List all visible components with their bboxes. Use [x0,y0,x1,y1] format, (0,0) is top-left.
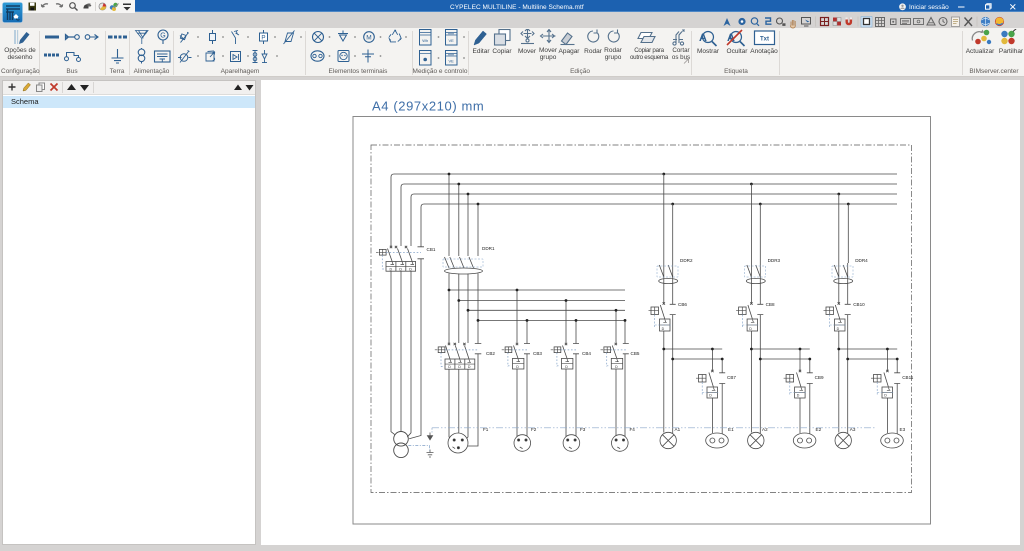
svg-text:VE: VE [449,59,455,64]
svg-text:Wh: Wh [422,38,428,43]
svg-text:E3: E3 [900,427,906,432]
svg-text:F4: F4 [630,427,636,432]
svg-text:CB8: CB8 [766,302,775,307]
svg-text:CB1: CB1 [427,247,436,252]
svg-text:D: D [409,267,412,271]
svg-text:A2: A2 [762,427,768,432]
svg-text:CB7: CB7 [727,375,736,380]
svg-text:CB10: CB10 [853,302,865,307]
svg-text:A1: A1 [675,427,681,432]
svg-text:CB4: CB4 [582,351,591,356]
svg-text:A4 (297x210) mm: A4 (297x210) mm [372,99,484,114]
svg-text:P: P [261,34,265,41]
svg-text:DDR1: DDR1 [482,246,495,251]
svg-text:DDR3: DDR3 [768,258,781,263]
svg-text:CB3: CB3 [533,351,542,356]
svg-text:F1: F1 [483,427,489,432]
svg-text:CB9: CB9 [815,375,824,380]
svg-text:VE: VE [449,38,455,43]
svg-text:Txt: Txt [760,36,769,42]
svg-text:F3: F3 [580,427,586,432]
svg-text:D: D [468,365,471,369]
svg-text:D: D [516,365,519,369]
svg-text:DDR4: DDR4 [855,258,868,263]
svg-text:CB11: CB11 [902,375,914,380]
svg-text:D: D [709,394,712,398]
svg-text:CB5: CB5 [631,351,640,356]
svg-text:D: D [662,327,665,331]
svg-text:DDR2: DDR2 [680,258,693,263]
svg-text:M: M [366,35,371,42]
svg-text:E2: E2 [816,427,822,432]
svg-text:D: D [399,267,402,271]
svg-text:CB6: CB6 [678,302,687,307]
svg-text:CB2: CB2 [486,351,495,356]
svg-text:D: D [448,365,451,369]
svg-text:E1: E1 [728,427,734,432]
svg-text:D: D [458,365,461,369]
svg-text:G: G [160,33,165,40]
svg-text:A3: A3 [850,427,856,432]
svg-text:F2: F2 [531,427,537,432]
svg-text:D: D [390,267,393,271]
